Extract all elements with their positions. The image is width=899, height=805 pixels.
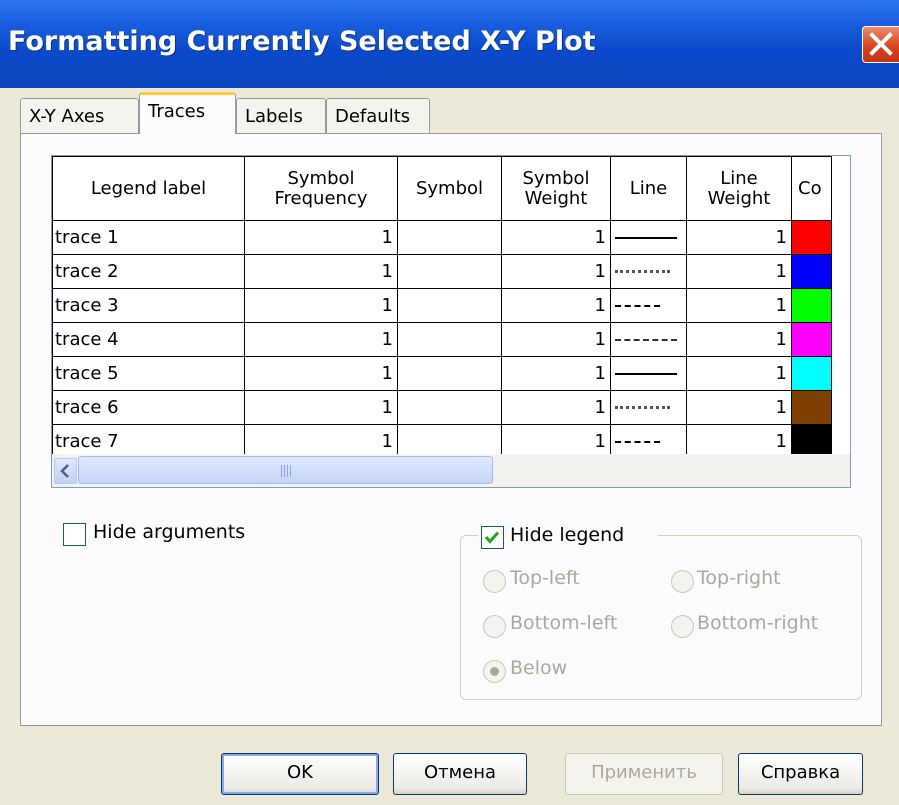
col-header-line[interactable]: Line [610,156,687,221]
cell-symbol[interactable] [397,390,502,425]
radio-bottom-left[interactable] [483,615,506,638]
line-style-sample [615,236,677,239]
cell-legend-label[interactable]: trace 2 [52,254,245,289]
cell-line-weight[interactable]: 1 [686,356,792,391]
tab-defaults[interactable]: Defaults [326,98,430,134]
radio-top-left-label[interactable]: Top-left [510,567,580,589]
radio-below-label[interactable]: Below [510,657,567,679]
hide-legend-label[interactable]: Hide legend [510,524,624,546]
col-header-symbol[interactable]: Symbol [397,156,502,221]
cell-legend-label[interactable]: trace 6 [52,390,245,425]
cell-symbol-frequency[interactable]: 1 [244,288,398,323]
color-swatch[interactable] [791,390,832,425]
window-title: Formatting Currently Selected X-Y Plot [8,26,596,57]
close-icon [869,32,893,56]
cell-line[interactable] [610,390,687,425]
line-style-sample [615,304,660,307]
traces-table: Legend label Symbol Frequency Symbol Symb… [52,156,832,459]
close-button[interactable] [862,26,899,63]
cell-symbol-frequency[interactable]: 1 [244,254,398,289]
cell-symbol-weight[interactable]: 1 [501,322,611,357]
cell-symbol-weight[interactable]: 1 [501,356,611,391]
cell-symbol[interactable] [397,322,502,357]
color-swatch[interactable] [791,288,832,323]
line-style-sample [615,406,670,409]
cell-symbol[interactable] [397,220,502,255]
col-header-color[interactable]: Co [791,156,832,221]
cell-line[interactable] [610,322,687,357]
cancel-button[interactable]: Отмена [393,753,527,795]
cell-line[interactable] [610,220,687,255]
title-bar[interactable]: Formatting Currently Selected X-Y Plot [0,0,899,88]
cell-legend-label[interactable]: trace 5 [52,356,245,391]
color-swatch[interactable] [791,356,832,391]
cell-symbol-weight[interactable]: 1 [501,220,611,255]
color-swatch[interactable] [791,220,832,255]
col-header-legend-label[interactable]: Legend label [52,156,245,221]
dialog-window: Formatting Currently Selected X-Y Plot X… [0,0,899,805]
cell-line-weight[interactable]: 1 [686,220,792,255]
tab-traces[interactable]: Traces [139,92,236,134]
apply-button[interactable]: Применить [565,753,723,795]
cell-symbol[interactable] [397,254,502,289]
cell-symbol-weight[interactable]: 1 [501,390,611,425]
cell-line-weight[interactable]: 1 [686,288,792,323]
radio-bottom-right[interactable] [671,615,694,638]
line-style-sample [615,338,677,341]
radio-bottom-left-label[interactable]: Bottom-left [510,612,617,634]
table-row[interactable]: trace 4111 [52,322,832,357]
radio-top-left[interactable] [483,570,506,593]
cell-line-weight[interactable]: 1 [686,390,792,425]
cell-symbol-weight[interactable]: 1 [501,254,611,289]
cell-line[interactable] [610,288,687,323]
tab-xy-axes[interactable]: X-Y Axes [20,98,139,134]
table-row[interactable]: trace 5111 [52,356,832,391]
col-header-symbol-weight[interactable]: Symbol Weight [501,156,611,221]
table-row[interactable]: trace 3111 [52,288,832,323]
cell-symbol-frequency[interactable]: 1 [244,390,398,425]
hide-arguments-label[interactable]: Hide arguments [93,521,245,543]
radio-bottom-right-label[interactable]: Bottom-right [697,612,818,634]
cell-symbol-frequency[interactable]: 1 [244,220,398,255]
cell-legend-label[interactable]: trace 4 [52,322,245,357]
cell-line-weight[interactable]: 1 [686,254,792,289]
table-row[interactable]: trace 2111 [52,254,832,289]
cell-symbol-frequency[interactable]: 1 [244,356,398,391]
line-style-sample [615,270,670,273]
scroll-left-button[interactable] [54,458,77,484]
col-header-symbol-frequency[interactable]: Symbol Frequency [244,156,398,221]
radio-below[interactable] [483,660,506,683]
grip-icon [281,465,293,477]
col-header-line-weight[interactable]: Line Weight [686,156,792,221]
horizontal-scrollbar[interactable] [52,454,850,487]
color-swatch[interactable] [791,322,832,357]
table-row[interactable]: trace 6111 [52,390,832,425]
help-button[interactable]: Справка [738,753,863,795]
line-style-sample [615,440,660,443]
cell-legend-label[interactable]: trace 1 [52,220,245,255]
hide-arguments-checkbox[interactable] [63,523,86,546]
hide-legend-checkbox[interactable] [481,526,504,549]
cell-line-weight[interactable]: 1 [686,322,792,357]
cell-symbol[interactable] [397,288,502,323]
table-header-row: Legend label Symbol Frequency Symbol Symb… [52,156,832,221]
cell-line[interactable] [610,356,687,391]
checkmark-icon [484,531,500,544]
cell-symbol-frequency[interactable]: 1 [244,322,398,357]
traces-grid: Legend label Symbol Frequency Symbol Symb… [51,155,851,488]
radio-top-right-label[interactable]: Top-right [697,567,781,589]
ok-button[interactable]: OK [221,753,379,795]
cell-line[interactable] [610,254,687,289]
radio-dot-icon [490,667,499,676]
cell-symbol-weight[interactable]: 1 [501,288,611,323]
cell-legend-label[interactable]: trace 3 [52,288,245,323]
line-style-sample [615,372,677,375]
tab-labels[interactable]: Labels [236,98,326,134]
chevron-left-icon [60,464,69,478]
cell-symbol[interactable] [397,356,502,391]
color-swatch[interactable] [791,254,832,289]
radio-top-right[interactable] [671,570,694,593]
horizontal-scroll-thumb[interactable] [78,456,493,484]
table-row[interactable]: trace 1111 [52,220,832,255]
